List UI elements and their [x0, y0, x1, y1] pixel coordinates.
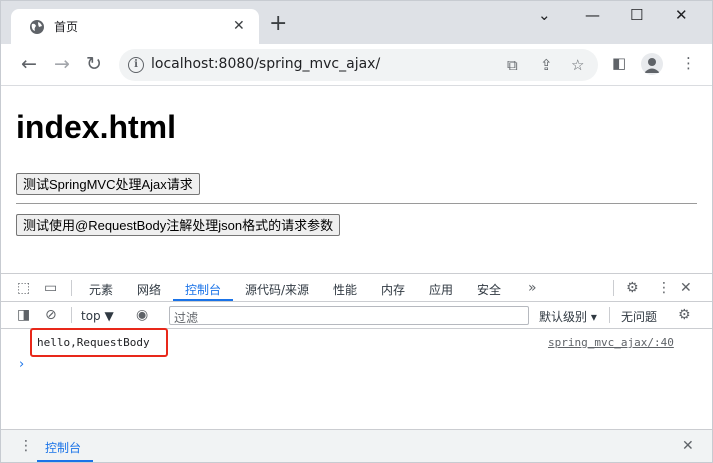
- requestbody-test-button[interactable]: 测试使用@RequestBody注解处理json格式的请求参数: [16, 214, 341, 236]
- tab-security[interactable]: 安全: [477, 281, 501, 298]
- globe-icon: [30, 20, 44, 34]
- tab-application[interactable]: 应用: [429, 281, 453, 298]
- tab-sources[interactable]: 源代码/来源: [245, 281, 309, 298]
- drawer-close-icon[interactable]: ✕: [682, 438, 694, 454]
- minimize-button[interactable]: —: [585, 5, 600, 25]
- tab-console[interactable]: 控制台: [185, 281, 221, 298]
- inspect-element-icon[interactable]: ⬚: [17, 280, 30, 296]
- live-expression-eye-icon[interactable]: ◉: [136, 307, 148, 323]
- sidebar-toggle-icon[interactable]: ◨: [17, 307, 30, 323]
- drawer-menu-icon[interactable]: ⋮: [19, 438, 33, 454]
- more-menu-icon[interactable]: ⋮: [681, 53, 696, 73]
- clear-console-icon[interactable]: ⊘: [45, 307, 57, 323]
- site-info-icon[interactable]: i: [128, 57, 144, 73]
- devtools-tab-bar: ⬚ ▭ 元素 网络 控制台 源代码/来源 性能 内存 应用 安全 » ⚙ ⋮ ✕: [1, 274, 712, 302]
- drawer-active-indicator: [37, 460, 93, 462]
- new-tab-button[interactable]: +: [269, 13, 287, 35]
- address-bar[interactable]: i localhost:8080/spring_mvc_ajax/ ⧉ ⇪ ☆: [119, 49, 598, 81]
- browser-tab[interactable]: 首页 ✕: [11, 9, 259, 44]
- page-content: index.html 测试SpringMVC处理Ajax请求 测试使用@Requ…: [1, 87, 712, 273]
- drawer-tab-console[interactable]: 控制台: [45, 439, 81, 456]
- page-heading: index.html: [16, 109, 177, 145]
- tab-strip: 首页 ✕ + ⌄ — ☐ ✕: [1, 1, 712, 44]
- log-levels-dropdown[interactable]: 默认级别 ▾: [539, 308, 597, 325]
- console-toolbar: ◨ ⊘ top ▼ ◉ 过滤 默认级别 ▾ 无问题 ⚙: [1, 302, 712, 329]
- devtools-panel: ⬚ ▭ 元素 网络 控制台 源代码/来源 性能 内存 应用 安全 » ⚙ ⋮ ✕…: [1, 273, 712, 462]
- ajax-test-button[interactable]: 测试SpringMVC处理Ajax请求: [16, 173, 200, 195]
- filter-placeholder: 过滤: [174, 311, 199, 325]
- console-source-link[interactable]: spring_mvc_ajax/:40: [548, 336, 674, 349]
- translate-icon[interactable]: ⧉: [507, 55, 518, 75]
- highlight-box: [30, 328, 168, 357]
- devtools-close-icon[interactable]: ✕: [680, 280, 692, 296]
- browser-toolbar: ← → ↻ i localhost:8080/spring_mvc_ajax/ …: [1, 44, 712, 86]
- devtools-drawer: ⋮ 控制台 ✕: [1, 429, 712, 462]
- separator: [71, 280, 72, 296]
- close-window-button[interactable]: ✕: [675, 5, 688, 25]
- divider: [16, 203, 697, 204]
- forward-button[interactable]: →: [54, 52, 70, 76]
- separator: [71, 307, 72, 323]
- bookmark-star-icon[interactable]: ☆: [571, 55, 584, 75]
- settings-gear-icon[interactable]: ⚙: [626, 280, 639, 296]
- context-value: top: [81, 309, 101, 323]
- tab-title: 首页: [54, 20, 79, 34]
- console-prompt-chevron-icon[interactable]: ›: [19, 357, 24, 372]
- reload-button[interactable]: ↻: [86, 52, 102, 76]
- tab-memory[interactable]: 内存: [381, 281, 405, 298]
- device-toolbar-icon[interactable]: ▭: [44, 280, 57, 296]
- back-button[interactable]: ←: [21, 52, 37, 76]
- issues-counter[interactable]: 无问题: [621, 308, 657, 325]
- more-tabs-icon[interactable]: »: [528, 280, 537, 296]
- url-text[interactable]: localhost:8080/spring_mvc_ajax/: [151, 56, 380, 72]
- browser-window: 首页 ✕ + ⌄ — ☐ ✕ ← → ↻ i localhost:8080/sp…: [0, 0, 713, 463]
- devtools-more-icon[interactable]: ⋮: [657, 280, 671, 296]
- profile-avatar[interactable]: [641, 53, 663, 75]
- separator: [609, 307, 610, 323]
- levels-label: 默认级别: [539, 310, 588, 324]
- side-panel-icon[interactable]: ◧: [612, 53, 626, 73]
- context-selector[interactable]: top ▼: [81, 309, 114, 323]
- active-tab-indicator: [173, 299, 233, 301]
- maximize-button[interactable]: ☐: [630, 5, 643, 25]
- tab-performance[interactable]: 性能: [333, 281, 357, 298]
- separator: [613, 280, 614, 296]
- share-icon[interactable]: ⇪: [540, 55, 553, 75]
- console-settings-gear-icon[interactable]: ⚙: [678, 307, 691, 323]
- tab-network[interactable]: 网络: [137, 281, 161, 298]
- tab-elements[interactable]: 元素: [89, 281, 113, 298]
- tab-search-icon[interactable]: ⌄: [538, 5, 551, 25]
- filter-input[interactable]: 过滤: [169, 306, 529, 325]
- person-icon: [644, 58, 660, 73]
- tab-close-icon[interactable]: ✕: [233, 18, 245, 34]
